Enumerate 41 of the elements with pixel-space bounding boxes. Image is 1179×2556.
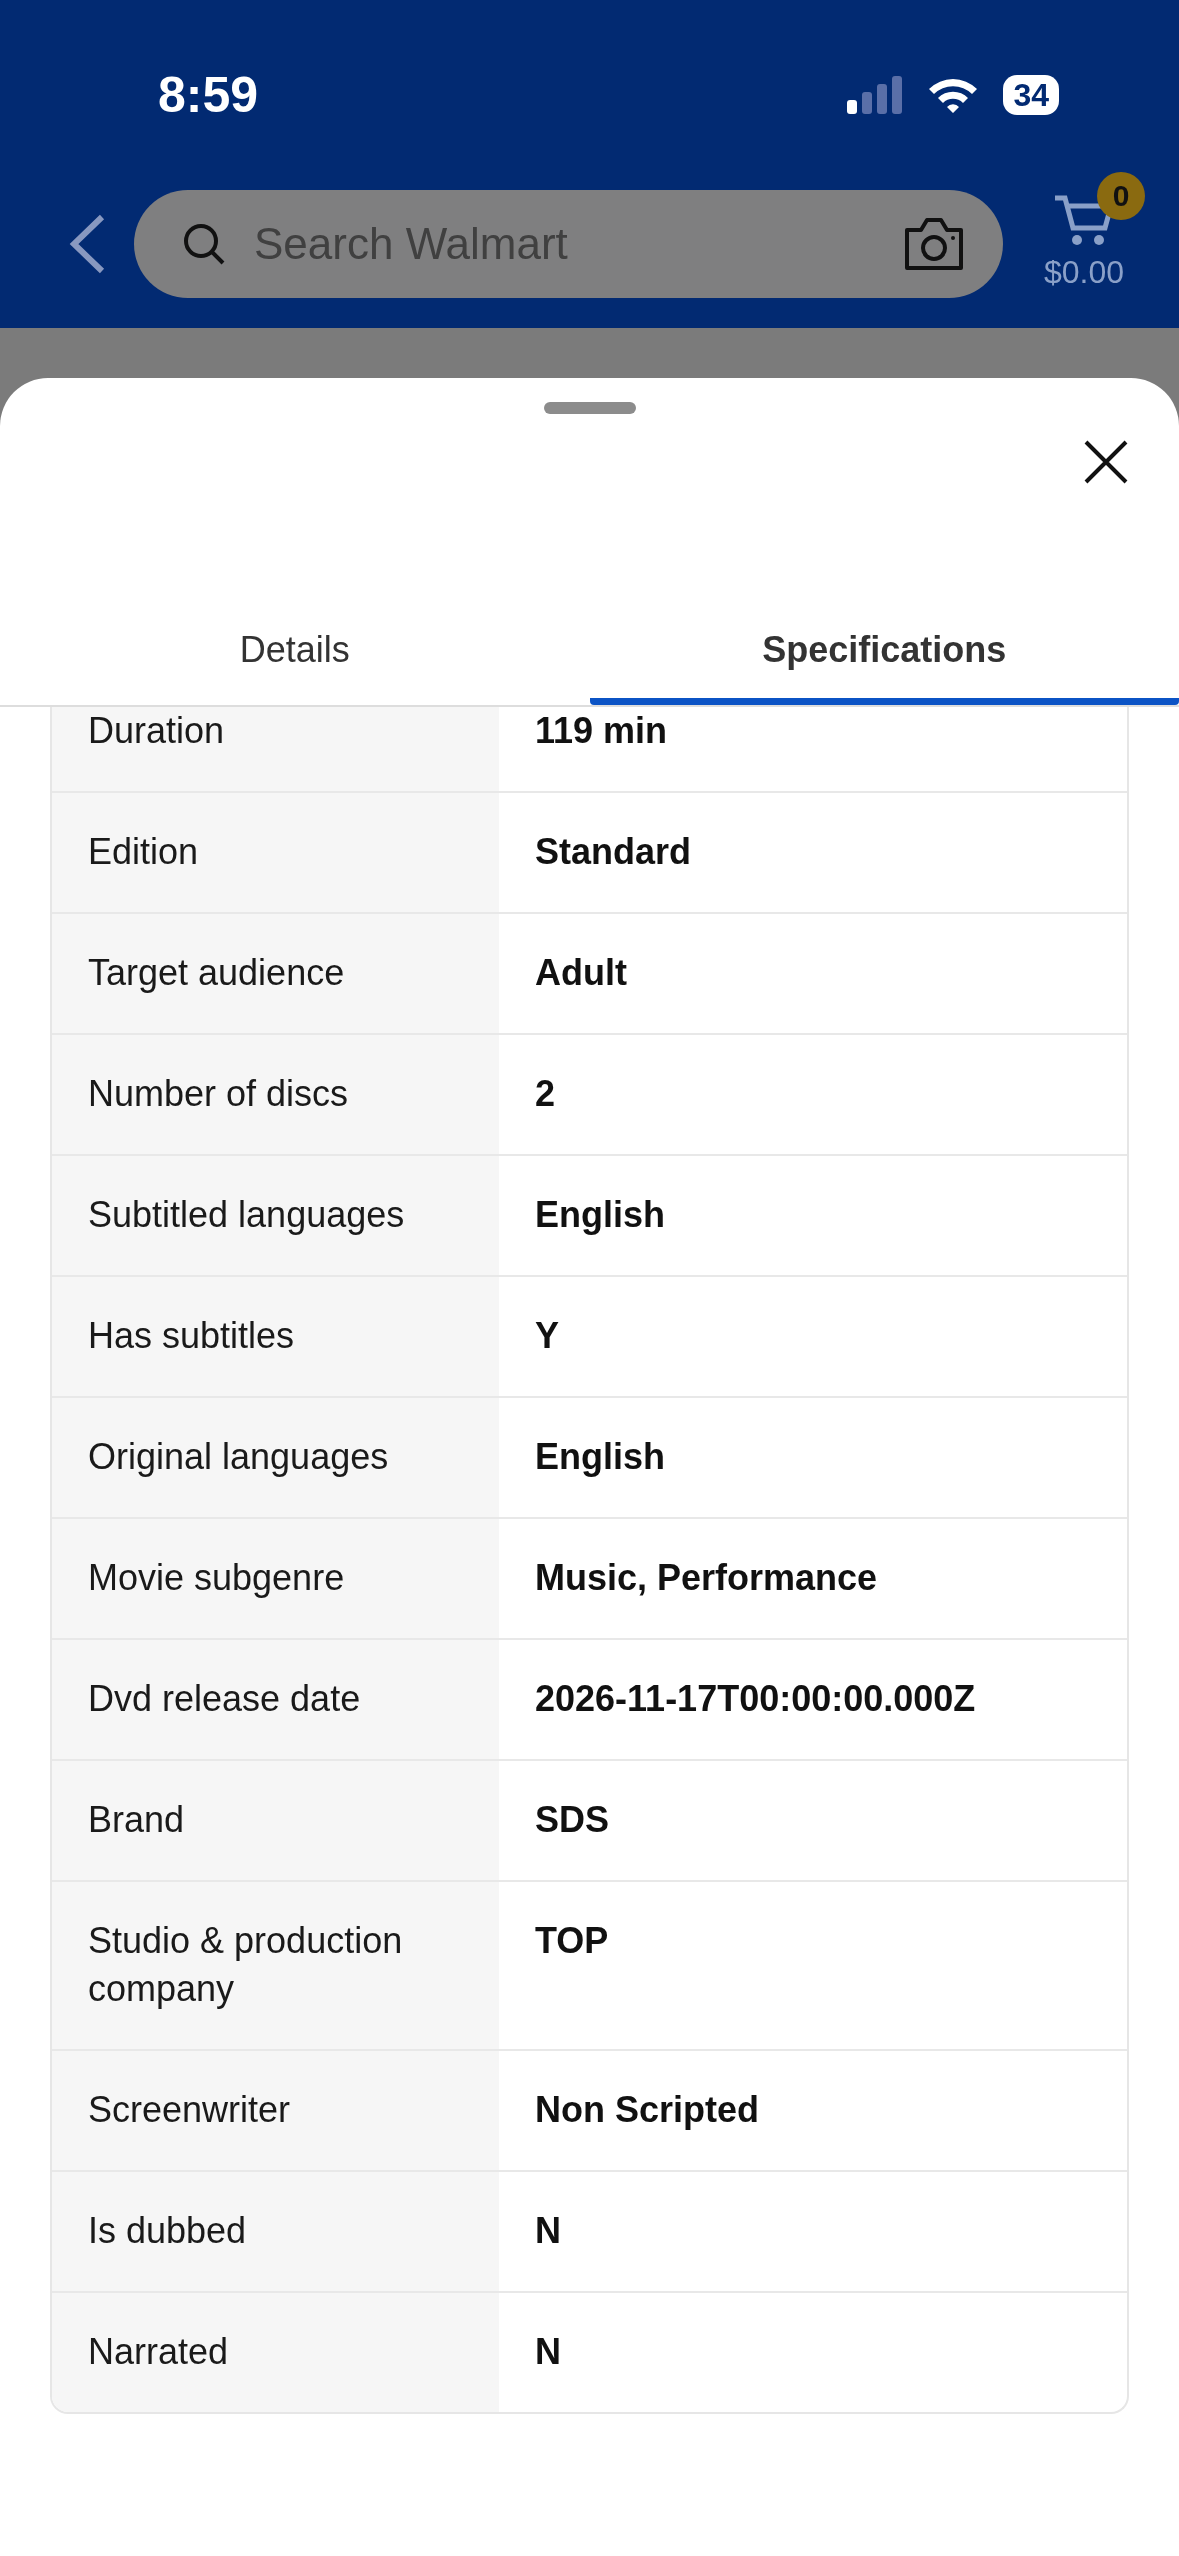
spec-name: Brand — [52, 1760, 499, 1880]
spec-name: Dvd release date — [52, 1639, 499, 1759]
spec-value: N — [534, 2208, 562, 2253]
search-bar[interactable]: Search Walmart — [134, 190, 1003, 298]
spec-name: Number of discs — [52, 1034, 499, 1154]
drag-handle[interactable] — [543, 402, 636, 414]
spec-value: Adult — [534, 950, 628, 995]
spec-value: 2 — [534, 1071, 557, 1116]
spec-name: Subtitled languages — [52, 1155, 499, 1275]
spec-value: Standard — [534, 829, 693, 874]
spec-name: Duration — [52, 707, 499, 791]
signal-icon — [847, 76, 904, 114]
status-time: 8:59 — [158, 65, 259, 125]
spec-name: Screenwriter — [52, 2050, 499, 2170]
spec-name: Narrated — [52, 2292, 499, 2412]
spec-name: Movie subgenre — [52, 1518, 499, 1638]
spec-value: 2026-11-17T00:00:00.000Z — [534, 1676, 977, 1721]
spec-name: Studio & production company — [52, 1881, 499, 2049]
spec-value: Y — [534, 1313, 560, 1358]
spec-name: Target audience — [52, 913, 499, 1033]
wifi-icon — [927, 76, 980, 114]
spec-value: 119 min — [534, 709, 669, 753]
spec-name: Has subtitles — [52, 1276, 499, 1396]
spec-value: English — [534, 1434, 666, 1479]
spec-name: Original languages — [52, 1397, 499, 1517]
spec-value: N — [534, 2329, 562, 2374]
battery-level: 34 — [1003, 75, 1059, 115]
spec-name: Is dubbed — [52, 2171, 499, 2291]
spec-value: Non Scripted — [534, 2087, 760, 2132]
spec-value: SDS — [534, 1797, 611, 1842]
spec-value: Music, Performance — [534, 1555, 879, 1600]
cart-total: $0.00 — [1043, 253, 1125, 292]
close-icon[interactable] — [1083, 439, 1129, 485]
tab[interactable]: Specifications — [589, 601, 1179, 705]
search-icon — [182, 222, 226, 266]
spec-name: Edition — [52, 792, 499, 912]
cart-count-badge: 0 — [1097, 172, 1145, 220]
spec-value: TOP — [534, 1918, 610, 1963]
spec-value: English — [534, 1192, 666, 1237]
tab[interactable]: Details — [0, 601, 590, 705]
search-input[interactable]: Search Walmart — [252, 210, 875, 278]
